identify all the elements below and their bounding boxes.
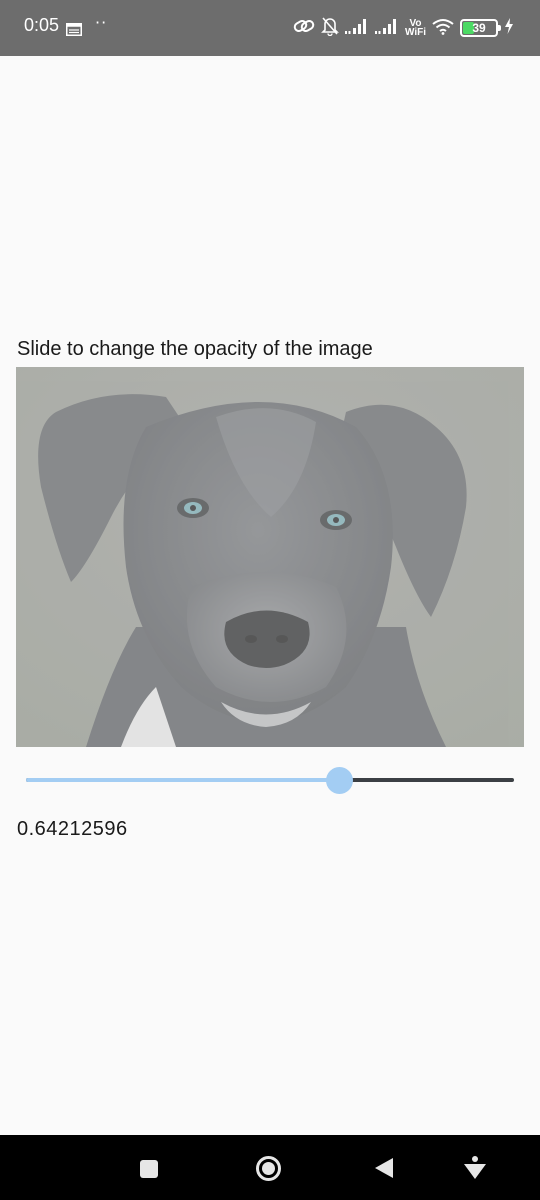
dog-photo	[16, 367, 524, 747]
back-triangle-icon[interactable]	[373, 1157, 395, 1183]
screen: 0:05 ·· Vo WiFi 39 Slide to change the o…	[0, 0, 540, 1200]
bell-off-icon	[321, 16, 339, 40]
link-icon	[293, 17, 315, 39]
charging-icon	[504, 18, 514, 38]
signal-icon	[344, 18, 369, 38]
recents-square-icon[interactable]	[139, 1159, 159, 1183]
home-circle-icon[interactable]	[255, 1155, 282, 1186]
slider-thumb[interactable]	[326, 767, 354, 794]
status-time: 0:05	[24, 15, 60, 35]
slider-track-active[interactable]	[26, 778, 340, 782]
status-icons: Vo WiFi 39	[293, 14, 514, 42]
status-bar: 0:05 ·· Vo WiFi 39	[0, 0, 540, 56]
battery-icon: 39	[460, 19, 501, 37]
instruction-text: Slide to change the opacity of the image	[17, 338, 373, 360]
navigation-bar	[0, 1135, 540, 1200]
signal-icon	[374, 18, 399, 38]
opacity-slider[interactable]	[26, 766, 514, 796]
calendar-icon	[66, 21, 82, 36]
vowifi-label: Vo WiFi	[404, 19, 426, 38]
vowifi-bottom: WiFi	[404, 27, 426, 38]
opacity-value: 0.64212596	[17, 818, 128, 840]
notification-dots: ··	[95, 13, 108, 32]
dog-image	[16, 367, 524, 747]
battery-level: 39	[472, 21, 486, 35]
wifi-icon	[432, 18, 454, 39]
assistant-icon[interactable]	[463, 1155, 487, 1185]
